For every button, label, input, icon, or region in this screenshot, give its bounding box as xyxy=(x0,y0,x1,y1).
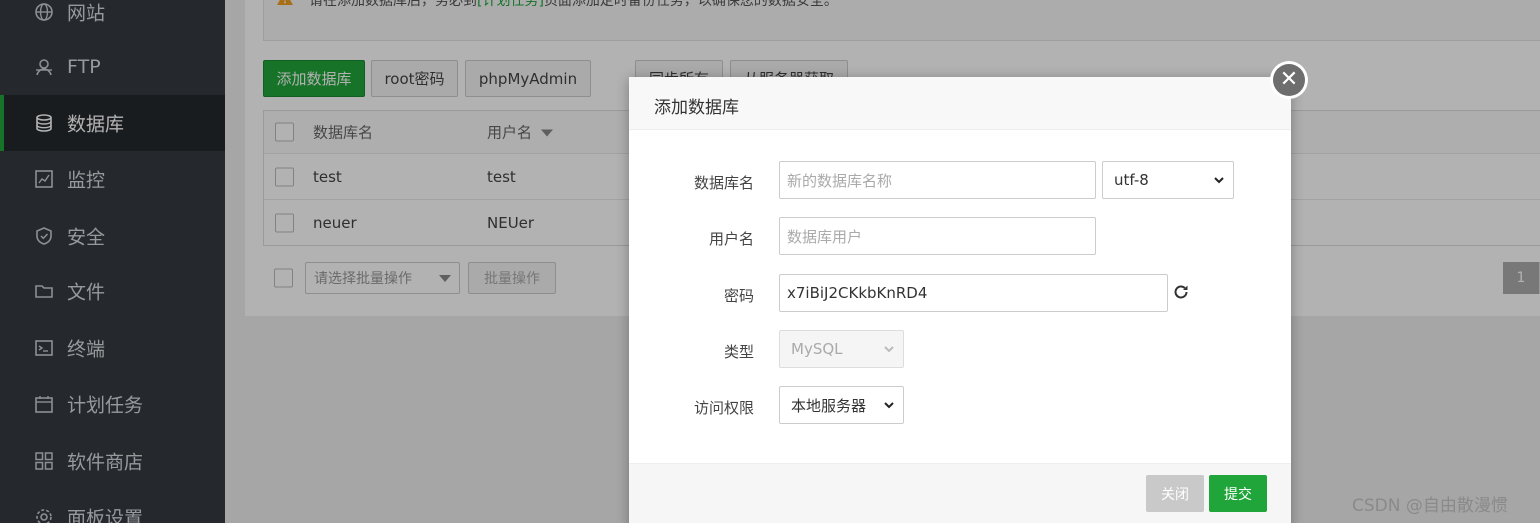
charset-select[interactable]: utf-8 xyxy=(1102,161,1234,199)
watermark: CSDN @自由散漫惯 xyxy=(1352,496,1508,516)
type-label: 类型 xyxy=(723,343,754,361)
chevron-down-icon xyxy=(884,402,894,409)
dialog-close-button[interactable]: ✕ xyxy=(1270,61,1308,99)
close-icon: ✕ xyxy=(1273,64,1305,96)
dialog-title: 添加数据库 xyxy=(654,98,739,118)
add-database-dialog: 添加数据库 数据库名 新的数据库名称 utf-8 用户名 数据库用户 密码 x7… xyxy=(629,77,1291,523)
type-value: MySQL xyxy=(791,340,843,358)
username-label: 用户名 xyxy=(708,230,754,248)
charset-value: utf-8 xyxy=(1114,171,1149,189)
type-select: MySQL xyxy=(779,330,904,368)
dialog-header: 添加数据库 xyxy=(629,77,1291,130)
password-input[interactable]: x7iBiJ2CKkbKnRD4 xyxy=(779,274,1168,312)
chevron-down-icon xyxy=(884,346,894,353)
close-button[interactable]: 关闭 xyxy=(1146,475,1204,512)
access-select[interactable]: 本地服务器 xyxy=(779,386,904,424)
db-name-label: 数据库名 xyxy=(693,174,754,192)
access-value: 本地服务器 xyxy=(791,396,867,415)
username-input[interactable]: 数据库用户 xyxy=(779,217,1096,255)
password-label: 密码 xyxy=(723,287,754,305)
access-label: 访问权限 xyxy=(693,399,754,417)
submit-button[interactable]: 提交 xyxy=(1209,475,1267,512)
db-name-input[interactable]: 新的数据库名称 xyxy=(779,161,1096,199)
refresh-icon[interactable] xyxy=(1172,283,1190,301)
dialog-footer: 关闭 提交 xyxy=(629,463,1291,523)
chevron-down-icon xyxy=(1214,177,1224,184)
